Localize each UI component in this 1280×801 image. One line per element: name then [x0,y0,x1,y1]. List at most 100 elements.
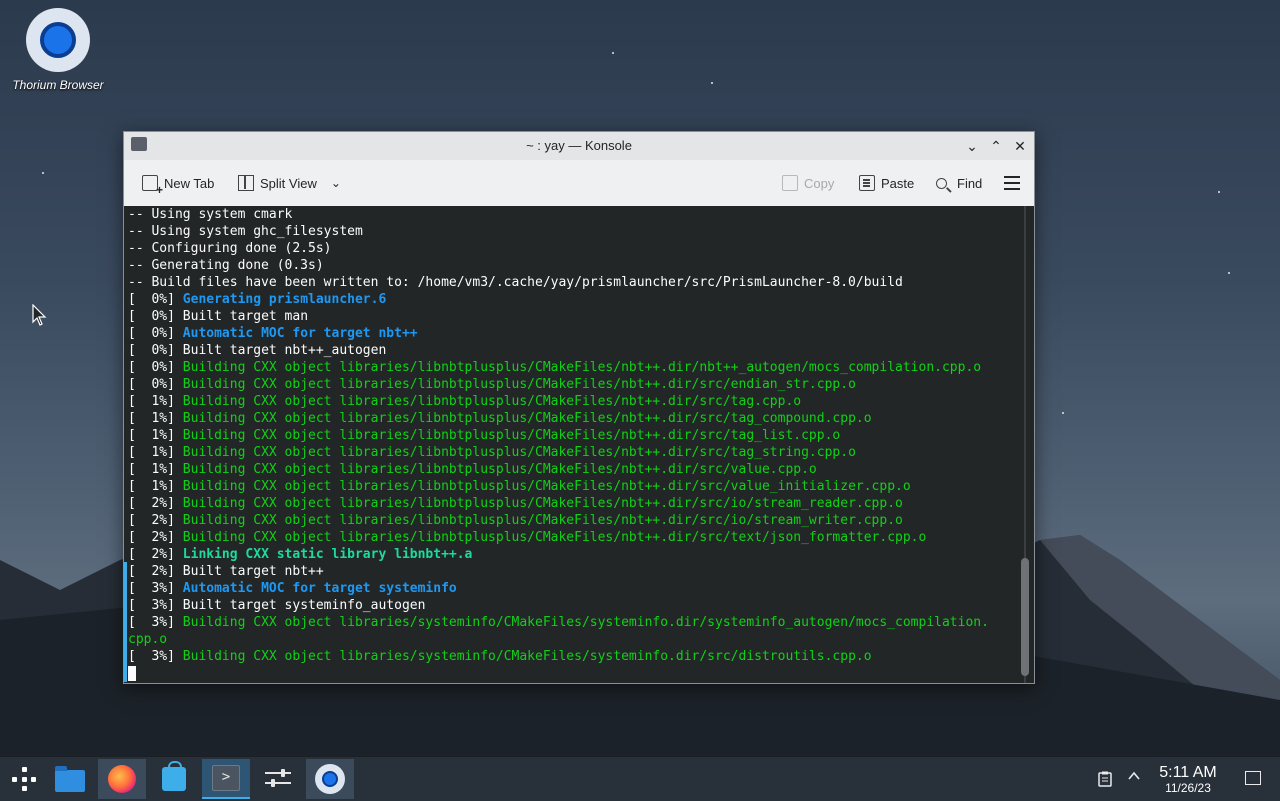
terminal-line: [ 2%] Linking CXX static library libnbt+… [128,546,1018,563]
firefox-icon [108,765,136,793]
taskbar: > 5:11 AM 11/26/23 [0,756,1280,801]
new-tab-button[interactable]: New Tab [142,172,214,197]
window-titlebar[interactable]: ~ : yay — Konsole ⌄ ⌃ ✕ [124,132,1034,160]
terminal-line: -- Configuring done (2.5s) [128,240,1018,257]
terminal-line: -- Using system cmark [128,206,1018,223]
terminal-line: [ 3%] Building CXX object libraries/syst… [128,648,1018,665]
star [711,82,713,84]
terminal-line-progress: [ 0%] [128,360,183,375]
star [42,172,44,174]
terminal-line: [ 0%] Built target man [128,308,1018,325]
terminal-line-text: Generating prismlauncher.6 [182,292,387,307]
terminal-line: [ 1%] Building CXX object libraries/libn… [128,461,1018,478]
konsole-window[interactable]: ~ : yay — Konsole ⌄ ⌃ ✕ New Tab Split Vi… [123,131,1035,684]
terminal-line-progress: [ 3%] [128,649,183,664]
taskbar-dolphin[interactable] [46,759,94,799]
terminal-line-text: Building CXX object libraries/libnbtplus… [182,445,856,460]
terminal-output: -- Using system cmark -- Using system ghc… [128,206,1018,682]
find-label: Find [957,175,983,191]
terminal-line-text: Building CXX object libraries/libnbtplus… [182,394,802,409]
terminal-line: -- Generating done (0.3s) [128,257,1018,274]
taskbar-konsole[interactable]: > [202,759,250,799]
terminal-line-text: Building CXX object libraries/libnbtplus… [182,513,903,528]
terminal-line-progress: [ 0%] [128,292,183,307]
discover-store-icon [162,761,186,791]
terminal-line-text: Built target nbt++_autogen [182,343,387,358]
terminal-line: cpp.o [128,631,1018,648]
paste-label: Paste [881,175,915,191]
clipboard-icon[interactable] [1098,771,1112,790]
scrollbar-thumb[interactable] [1021,558,1029,676]
terminal-line-progress: [ 3%] [128,615,183,630]
terminal-line-text: Building CXX object libraries/libnbtplus… [182,530,927,545]
terminal-line-text: Automatic MOC for target nbt++ [182,326,418,341]
konsole-toolbar: New Tab Split View ⌄ Copy Paste Find [124,160,1034,207]
terminal-line-text: -- Build files have been written to: /ho… [128,275,903,290]
split-view-label: Split View [260,175,317,191]
terminal-line-progress: [ 2%] [128,513,183,528]
terminal-line: [ 0%] Building CXX object libraries/libn… [128,359,1018,376]
terminal-line-text: Linking CXX static library libnbt++.a [182,547,473,562]
terminal-view[interactable]: -- Using system cmark -- Using system ghc… [124,206,1034,683]
taskbar-thorium[interactable] [306,759,354,799]
text-cursor [128,666,136,681]
terminal-line-text: -- Using system cmark [128,207,293,222]
terminal-line-progress: [ 2%] [128,547,183,562]
terminal-line-progress: [ 0%] [128,309,183,324]
application-launcher-icon [12,767,36,791]
terminal-line-progress: [ 0%] [128,343,183,358]
terminal-line: [ 0%] Building CXX object libraries/libn… [128,376,1018,393]
paste-button[interactable]: Paste [859,172,914,194]
star [1218,191,1220,193]
terminal-line-text: cpp.o [128,632,168,647]
digital-clock[interactable]: 5:11 AM 11/26/23 [1152,764,1224,795]
terminal-line-text: -- Using system ghc_filesystem [128,224,363,239]
terminal-line-text: Building CXX object libraries/libnbtplus… [182,377,856,392]
terminal-line-progress: [ 3%] [128,581,183,596]
terminal-line-text: Built target systeminfo_autogen [182,598,426,613]
clock-date: 11/26/23 [1165,781,1211,795]
terminal-line-progress: [ 2%] [128,496,183,511]
terminal-line-progress: [ 1%] [128,462,183,477]
terminal-line-text: Building CXX object libraries/systeminfo… [182,615,989,630]
terminal-line-text: Building CXX object libraries/systeminfo… [182,649,872,664]
taskbar-system-settings[interactable] [254,759,302,799]
taskbar-discover[interactable] [150,759,198,799]
desktop-icon-thorium-browser[interactable]: Thorium Browser [4,6,112,92]
copy-button[interactable]: Copy [782,172,834,194]
terminal-line: [ 0%] Automatic MOC for target nbt++ [128,325,1018,342]
terminal-prompt-line [128,665,1018,682]
maximize-icon[interactable]: ⌃ [986,136,1006,156]
terminal-line-progress: [ 1%] [128,445,183,460]
terminal-line-progress: [ 3%] [128,598,183,613]
terminal-line-text: Building CXX object libraries/libnbtplus… [182,496,903,511]
terminal-line: [ 0%] Built target nbt++_autogen [128,342,1018,359]
terminal-scrollbar[interactable] [1020,206,1030,683]
star [1228,272,1230,274]
terminal-line: [ 3%] Automatic MOC for target systeminf… [128,580,1018,597]
application-launcher-button[interactable] [0,759,48,799]
taskbar-firefox[interactable] [98,759,146,799]
thorium-browser-icon [26,8,90,72]
terminal-line: [ 1%] Building CXX object libraries/libn… [128,410,1018,427]
find-button[interactable]: Find [936,172,982,194]
terminal-line: [ 1%] Building CXX object libraries/libn… [128,427,1018,444]
mouse-cursor-icon [32,304,47,326]
terminal-line-text: Built target nbt++ [182,564,324,579]
minimize-icon[interactable]: ⌄ [962,136,982,156]
system-settings-icon [265,768,291,790]
terminal-line-progress: [ 1%] [128,428,183,443]
terminal-line-text: Building CXX object libraries/libnbtplus… [182,462,817,477]
show-desktop-icon[interactable] [1245,771,1261,785]
terminal-line: [ 2%] Building CXX object libraries/libn… [128,495,1018,512]
expand-tray-icon[interactable] [1127,769,1141,786]
hamburger-menu-icon[interactable] [1004,176,1020,190]
close-icon[interactable]: ✕ [1010,136,1030,156]
terminal-line-text: -- Generating done (0.3s) [128,258,324,273]
terminal-line: [ 0%] Generating prismlauncher.6 [128,291,1018,308]
terminal-line-progress: [ 1%] [128,394,183,409]
scroll-marker [124,562,127,682]
terminal-line-progress: [ 0%] [128,326,183,341]
copy-label: Copy [804,175,835,191]
split-view-button[interactable]: Split View ⌄ [238,172,341,194]
